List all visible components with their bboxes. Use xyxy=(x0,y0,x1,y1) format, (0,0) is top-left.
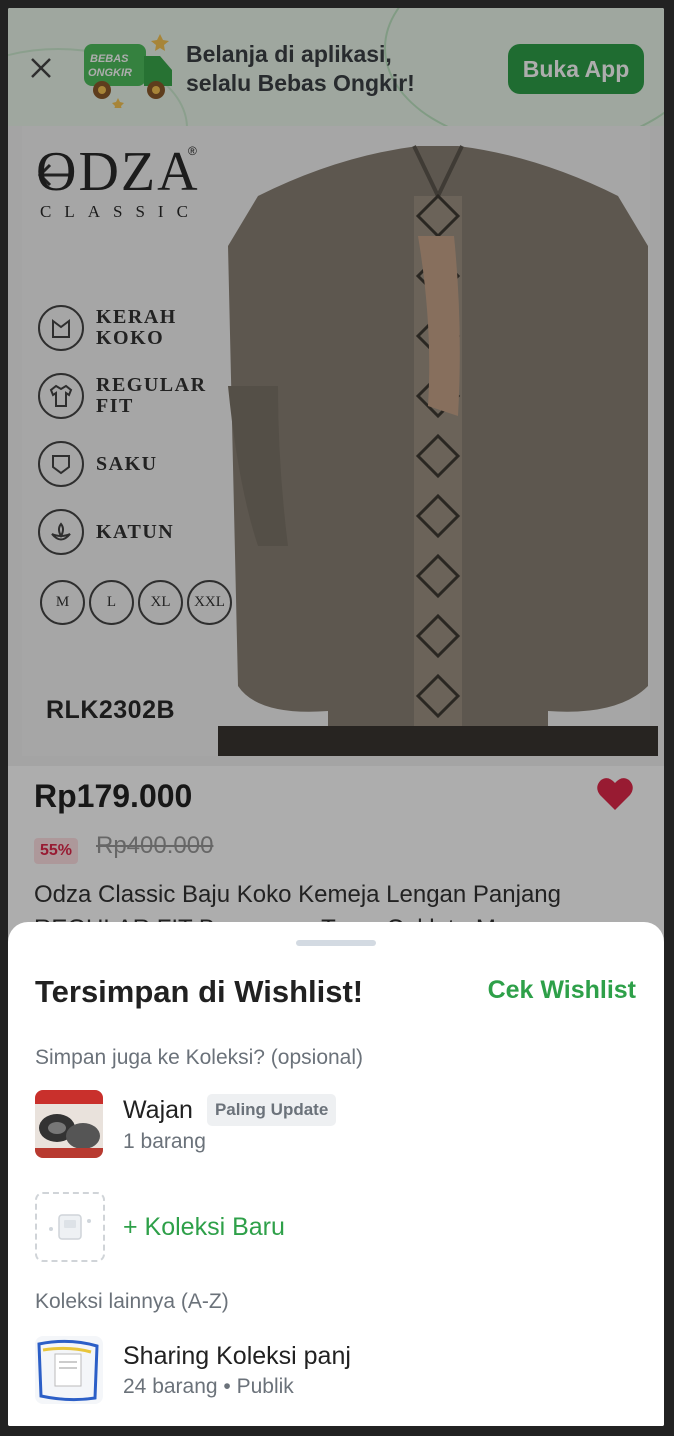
new-collection-button[interactable]: + Koleksi Baru xyxy=(35,1192,285,1262)
new-collection-label: + Koleksi Baru xyxy=(123,1212,285,1241)
latest-badge: Paling Update xyxy=(206,1094,337,1126)
collection-count: 1 barang xyxy=(123,1130,206,1153)
screen: BEBAS ONGKIR Belanja di aplikasi, selalu… xyxy=(8,8,664,1426)
collection-count: 24 barang • Publik xyxy=(123,1374,294,1398)
sheet-drag-handle[interactable] xyxy=(296,940,376,946)
collection-thumbnail xyxy=(35,1336,103,1404)
sheet-title: Tersimpan di Wishlist! xyxy=(35,974,364,1009)
collection-name: Sharing Koleksi panj xyxy=(123,1341,351,1370)
check-wishlist-link[interactable]: Cek Wishlist xyxy=(488,976,636,1005)
collection-thumbnail xyxy=(35,1090,103,1158)
collection-name: Wajan xyxy=(123,1095,193,1124)
collection-item-sharing[interactable]: Sharing Koleksi panj 24 barang • Publik xyxy=(35,1336,351,1404)
collection-item-wajan[interactable]: Wajan Paling Update 1 barang xyxy=(35,1090,337,1158)
new-collection-placeholder-icon xyxy=(35,1192,105,1262)
collection-prompt: Simpan juga ke Koleksi? (opsional) xyxy=(35,1046,364,1069)
wishlist-bottom-sheet: Tersimpan di Wishlist! Cek Wishlist Simp… xyxy=(8,922,664,1426)
other-collections-label: Koleksi lainnya (A-Z) xyxy=(35,1290,229,1313)
